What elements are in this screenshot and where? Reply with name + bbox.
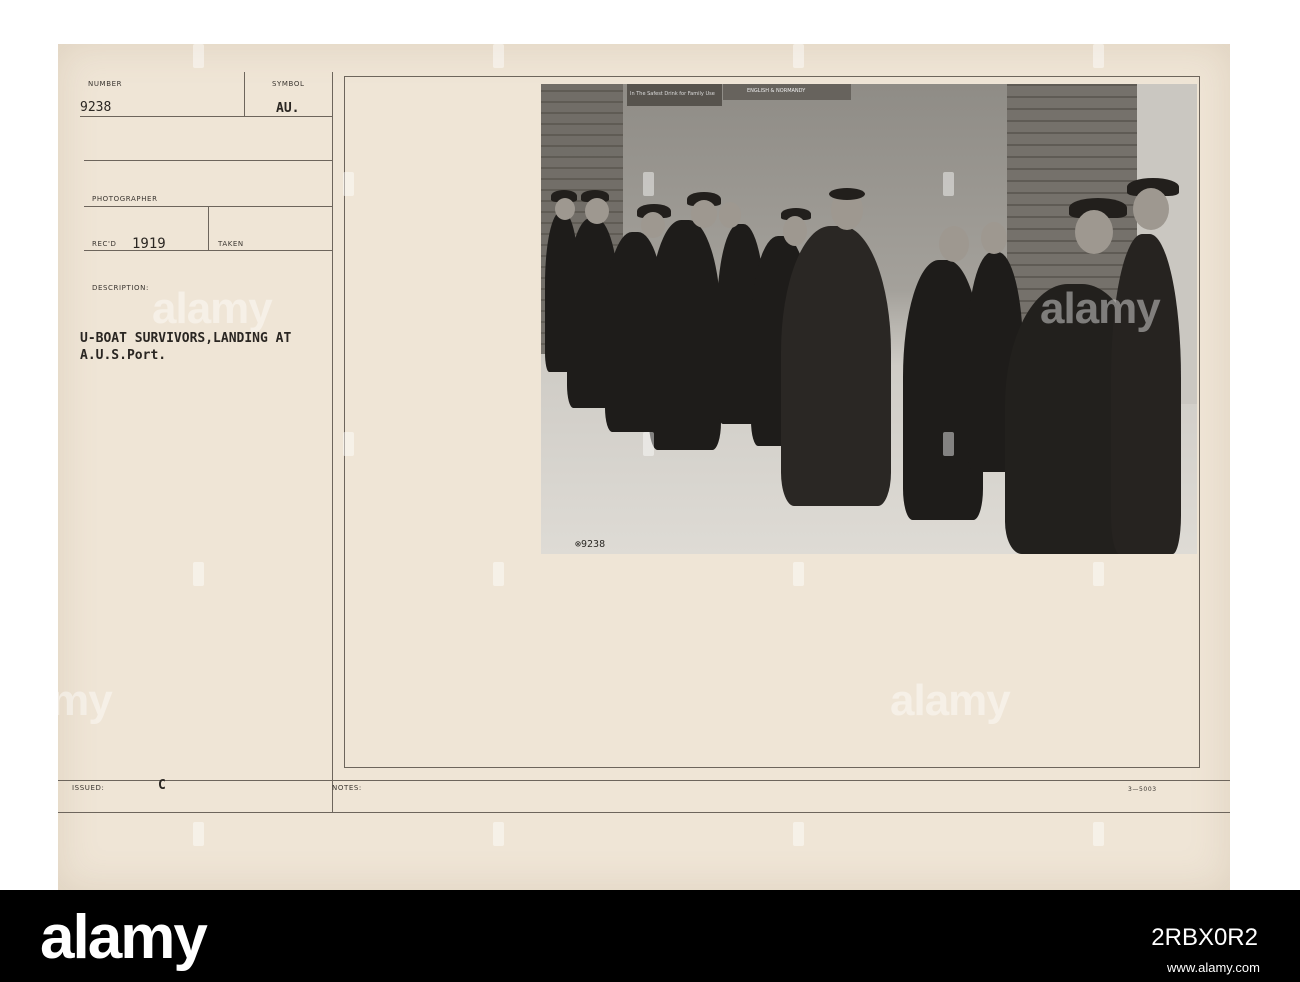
- watermark-mark: [1243, 172, 1254, 196]
- description-label: DESCRIPTION:: [92, 284, 149, 292]
- watermark-mark: [43, 432, 54, 456]
- watermark-mark: [193, 562, 204, 586]
- watermark: alamy: [152, 284, 273, 333]
- issued-label: ISSUED:: [72, 784, 105, 792]
- watermark-mark: [943, 172, 954, 196]
- photographer-label: PHOTOGRAPHER: [92, 195, 158, 203]
- person-figure: [649, 220, 721, 450]
- watermark-mark: [493, 44, 504, 68]
- face: [939, 226, 969, 262]
- watermark-mark: [493, 562, 504, 586]
- face: [641, 212, 665, 238]
- divider: [58, 812, 1230, 813]
- face: [1075, 210, 1113, 254]
- face: [719, 202, 741, 228]
- description-line: A.U.S.Port.: [80, 348, 167, 363]
- watermark: alamy: [0, 676, 113, 725]
- watermark-mark: [493, 822, 504, 846]
- watermark-mark: [1093, 822, 1104, 846]
- watermark: alamy: [1040, 284, 1161, 333]
- watermark-mark: [193, 822, 204, 846]
- watermark-mark: [643, 172, 654, 196]
- watermark-mark: [793, 562, 804, 586]
- watermark-mark: [1093, 562, 1104, 586]
- divider: [332, 72, 333, 812]
- face: [783, 216, 807, 246]
- divider: [208, 206, 209, 250]
- notes-label: NOTES:: [332, 784, 362, 792]
- watermark-mark: [1243, 432, 1254, 456]
- poster: In The Safest Drink for Family Use: [627, 84, 722, 106]
- watermark-mark: [1093, 44, 1104, 68]
- poster-text: ENGLISH & NORMANDY: [747, 88, 806, 94]
- poster-text: In The Safest Drink for Family Use: [630, 91, 715, 97]
- watermark: alamy: [890, 676, 1011, 725]
- face: [555, 198, 575, 220]
- description-text: U-BOAT SURVIVORS,LANDING AT A.U.S.Port.: [80, 330, 291, 364]
- symbol-label: SYMBOL: [272, 80, 305, 88]
- image-id: 2RBX0R2: [1151, 924, 1258, 951]
- symbol-value: AU.: [276, 101, 300, 116]
- face: [585, 198, 609, 224]
- poster: ENGLISH & NORMANDY: [723, 84, 851, 100]
- watermark-mark: [793, 44, 804, 68]
- negative-number: ⊗9238: [575, 539, 606, 550]
- form-number: 3—5003: [1128, 786, 1157, 793]
- watermark-mark: [343, 172, 354, 196]
- number-label: NUMBER: [88, 80, 123, 88]
- number-value: 9238: [80, 100, 112, 115]
- person-figure: [1111, 234, 1181, 554]
- watermark-mark: [643, 432, 654, 456]
- divider: [84, 160, 332, 161]
- issued-value: C: [158, 778, 166, 793]
- face: [691, 200, 717, 228]
- watermark-mark: [793, 822, 804, 846]
- divider: [84, 250, 332, 251]
- watermark-mark: [193, 44, 204, 68]
- watermark-mark: [343, 432, 354, 456]
- person-figure: [781, 226, 891, 506]
- footer-url[interactable]: www.alamy.com: [1167, 960, 1260, 975]
- face: [1133, 188, 1169, 230]
- recd-label: REC'D: [92, 240, 117, 248]
- divider: [58, 780, 1230, 781]
- hair: [829, 188, 865, 200]
- taken-label: TAKEN: [218, 240, 244, 248]
- divider: [80, 116, 332, 117]
- divider: [244, 72, 245, 116]
- watermark-mark: [943, 432, 954, 456]
- face: [981, 222, 1007, 254]
- watermark-mark: [43, 172, 54, 196]
- brand-logo[interactable]: alamy: [40, 902, 208, 973]
